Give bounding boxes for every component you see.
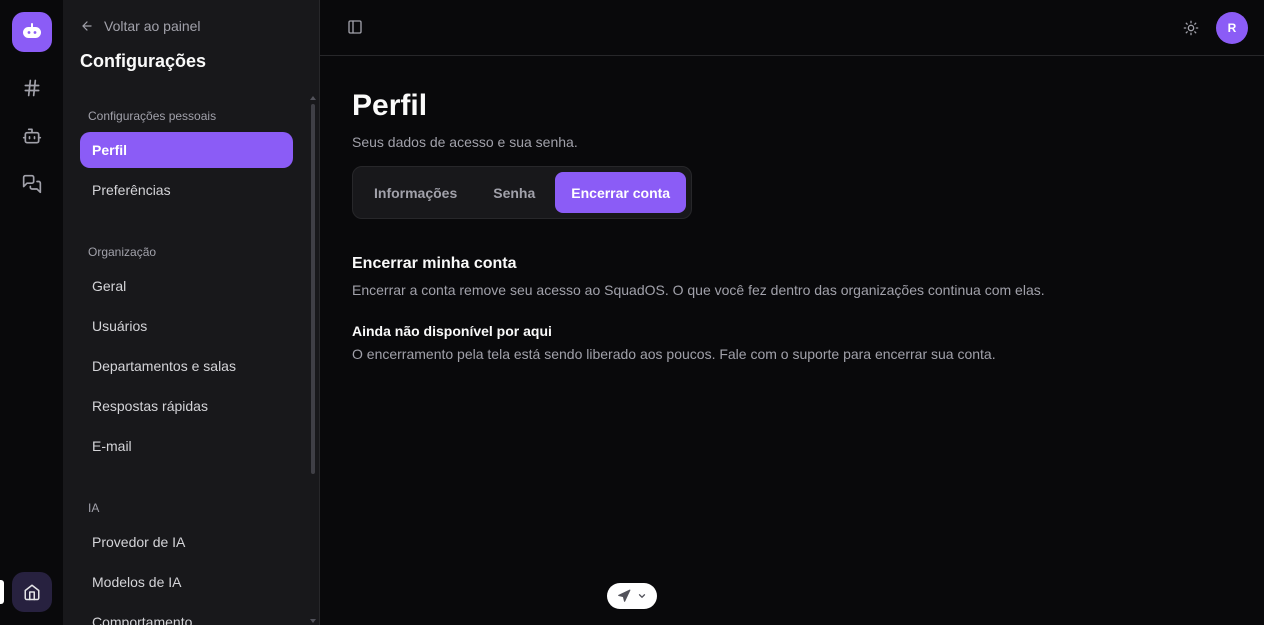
sidebar-title: Configurações [80, 51, 207, 71]
section-title: Encerrar minha conta [352, 255, 517, 272]
active-indicator [0, 580, 4, 604]
sidebar-item-preferencias[interactable]: Preferências [80, 172, 293, 208]
scrollbar-thumb[interactable] [311, 104, 315, 474]
settings-sidebar: Voltar ao painel Configurações Configura… [64, 0, 320, 625]
sidebar-item-respostas-rapidas[interactable]: Respostas rápidas [80, 388, 293, 424]
icon-rail [0, 0, 64, 625]
rail-chats-button[interactable] [16, 168, 48, 200]
group-label-personal: Configurações pessoais [88, 109, 217, 123]
sidebar-item-provedor-ia[interactable]: Provedor de IA [80, 524, 293, 560]
sidebar-item-usuarios[interactable]: Usuários [80, 308, 293, 344]
main-content: Perfil Seus dados de acesso e sua senha.… [352, 56, 1232, 362]
sidebar-nav: Configurações pessoais Perfil Preferênci… [80, 100, 293, 625]
rail-home-button[interactable] [12, 572, 52, 612]
back-label: Voltar ao painel [104, 18, 201, 34]
section-description: Encerrar a conta remove seu acesso ao Sq… [352, 282, 1045, 298]
rail-channels-button[interactable] [16, 72, 48, 104]
chevron-down-icon [638, 594, 646, 598]
theme-toggle-button[interactable] [1180, 17, 1202, 39]
sidebar-scrollbar[interactable] [310, 96, 316, 625]
hash-icon [24, 79, 40, 97]
toggle-sidebar-button[interactable] [344, 16, 366, 38]
bot-logo-icon [23, 23, 41, 38]
app-root: Voltar ao painel Configurações Configura… [0, 0, 1264, 625]
tab-senha[interactable]: Senha [477, 172, 551, 213]
group-label-ia: IA [88, 501, 100, 515]
sidebar-item-geral[interactable]: Geral [80, 268, 293, 304]
page-title: Perfil [352, 89, 428, 122]
tab-informacoes[interactable]: Informações [358, 172, 473, 213]
floating-navigation-pill[interactable] [607, 583, 657, 609]
page-subtitle: Seus dados de acesso e sua senha. [352, 134, 578, 150]
group-label-organizacao: Organização [88, 245, 157, 259]
chat-icon [22, 174, 42, 194]
sun-icon [1183, 20, 1199, 36]
sidebar-item-email[interactable]: E-mail [80, 428, 293, 464]
tab-encerrar-conta[interactable]: Encerrar conta [555, 172, 687, 213]
sidebar-item-comportamento[interactable]: Comportamento [80, 604, 293, 625]
profile-tabs: Informações Senha Encerrar conta [352, 166, 693, 219]
scroll-down-arrow[interactable] [310, 619, 316, 623]
scroll-up-arrow[interactable] [310, 96, 316, 100]
notice-description: O encerramento pela tela está sendo libe… [352, 346, 996, 362]
arrow-left-icon [82, 21, 92, 31]
user-avatar[interactable]: R [1216, 12, 1248, 44]
rail-bots-button[interactable] [16, 120, 48, 152]
sidebar-item-modelos-ia[interactable]: Modelos de IA [80, 564, 293, 600]
sidebar-item-perfil[interactable]: Perfil [80, 132, 293, 168]
back-to-dashboard-link[interactable]: Voltar ao painel [80, 16, 201, 36]
sidebar-item-departamentos[interactable]: Departamentos e salas [80, 348, 293, 384]
bot-icon [22, 128, 42, 144]
home-icon [24, 584, 40, 601]
app-logo[interactable] [12, 12, 52, 52]
panel-left-icon [348, 20, 362, 34]
navigation-arrow-icon [618, 589, 631, 602]
top-bar: R [320, 0, 1264, 56]
notice-title: Ainda não disponível por aqui [352, 323, 552, 339]
